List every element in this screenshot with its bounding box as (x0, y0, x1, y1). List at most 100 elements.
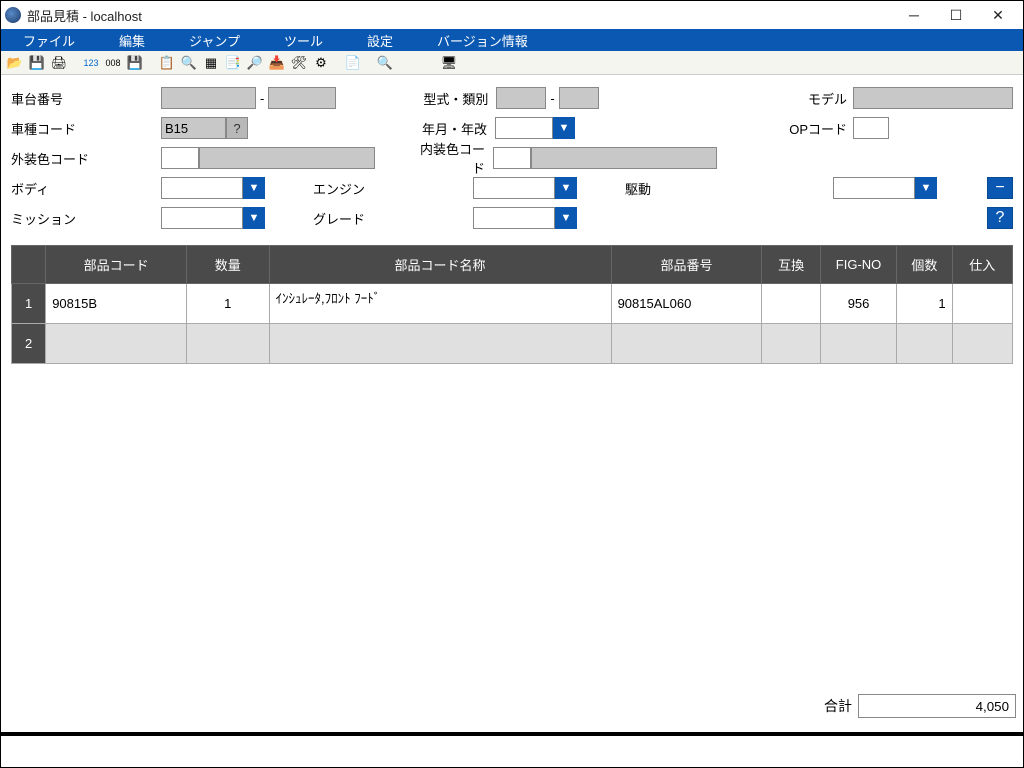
disk-icon[interactable]: 💾 (125, 53, 145, 73)
cell-name[interactable]: ｲﾝｼｭﾚｰﾀ,ﾌﾛﾝﾄ ﾌｰﾄﾞ (269, 284, 611, 324)
label-body: ボディ (11, 179, 161, 198)
intcolor-name-input[interactable] (531, 147, 717, 169)
close-button[interactable]: ✕ (977, 3, 1019, 27)
th-cost: 仕入 (952, 246, 1012, 284)
intcolor-code-input[interactable] (493, 147, 531, 169)
th-compat: 互換 (762, 246, 820, 284)
footer: 合計 (824, 694, 1016, 718)
config-icon[interactable]: ⚙ (311, 53, 331, 73)
model-input[interactable] (853, 87, 1013, 109)
table-row[interactable]: 2 (12, 324, 1013, 364)
label-carcode: 車種コード (11, 119, 161, 138)
menu-settings[interactable]: 設定 (345, 29, 415, 51)
cell-code[interactable] (46, 324, 187, 364)
grade-dropdown-button[interactable]: ▼ (555, 207, 577, 229)
parts-table: 部品コード 数量 部品コード名称 部品番号 互換 FIG-NO 個数 仕入 1 … (11, 245, 1013, 364)
doc-icon[interactable]: 📄 (343, 53, 363, 73)
toolbar: 📂 💾 🖨 123 008 💾 📋 🔍 ▦ 📑 🔎 📥 🛠 ⚙ 📄 🔍 🖥 (1, 51, 1023, 75)
label-total: 合計 (824, 696, 852, 716)
drive-dropdown-button[interactable]: ▼ (915, 177, 937, 199)
carcode-help-button[interactable]: ? (226, 117, 248, 139)
maximize-button[interactable]: ☐ (935, 3, 977, 27)
cell-cost[interactable] (952, 284, 1012, 324)
cell-rownum: 2 (12, 324, 46, 364)
parts-table-wrap: 部品コード 数量 部品コード名称 部品番号 互換 FIG-NO 個数 仕入 1 … (11, 245, 1013, 364)
help-button[interactable]: ? (987, 207, 1013, 229)
label-mission: ミッション (11, 209, 161, 228)
mission-dropdown-button[interactable]: ▼ (243, 207, 265, 229)
opcode-input[interactable] (853, 117, 889, 139)
drive-input[interactable] (833, 177, 915, 199)
tool-123-icon[interactable]: 123 (81, 53, 101, 73)
cell-qty[interactable] (187, 324, 269, 364)
modeltype-input-2[interactable] (559, 87, 599, 109)
engine-input[interactable] (473, 177, 555, 199)
total-input[interactable] (858, 694, 1016, 718)
menu-tool[interactable]: ツール (262, 29, 345, 51)
find-icon[interactable]: 🔍 (375, 53, 395, 73)
cell-qty[interactable]: 1 (187, 284, 269, 324)
carcode-input[interactable] (161, 117, 226, 139)
label-model: モデル (799, 89, 853, 108)
tool-008-icon[interactable]: 008 (103, 53, 123, 73)
body-dropdown-button[interactable]: ▼ (243, 177, 265, 199)
minimize-button[interactable]: ─ (893, 3, 935, 27)
menu-jump[interactable]: ジャンプ (167, 29, 262, 51)
label-extcolor: 外装色コード (11, 149, 161, 168)
cell-partno[interactable] (611, 324, 762, 364)
menu-file[interactable]: ファイル (1, 29, 97, 51)
chassis-input-2[interactable] (268, 87, 336, 109)
tools-icon[interactable]: 🛠 (289, 53, 309, 73)
copy-icon[interactable]: 📑 (223, 53, 243, 73)
grade-input[interactable] (473, 207, 555, 229)
engine-dropdown-button[interactable]: ▼ (555, 177, 577, 199)
body-input[interactable] (161, 177, 243, 199)
table-row[interactable]: 1 90815B 1 ｲﾝｼｭﾚｰﾀ,ﾌﾛﾝﾄ ﾌｰﾄﾞ 90815AL060 … (12, 284, 1013, 324)
print-icon[interactable]: 🖨 (49, 53, 69, 73)
menu-version[interactable]: バージョン情報 (415, 29, 550, 51)
cell-compat[interactable] (762, 284, 820, 324)
th-name: 部品コード名称 (269, 246, 611, 284)
year-input[interactable] (495, 117, 553, 139)
menu-edit[interactable]: 編集 (97, 29, 167, 51)
search-icon[interactable]: 🔍 (179, 53, 199, 73)
label-grade: グレード (313, 209, 393, 228)
chassis-input-1[interactable] (161, 87, 256, 109)
form-area: 車台番号 - 型式・類別 - モデル 車種コード ? 年月・年改 ▼ OPコード (1, 75, 1023, 237)
cell-compat[interactable] (762, 324, 820, 364)
cell-code[interactable]: 90815B (46, 284, 187, 324)
label-model-type: 型式・類別 (416, 89, 496, 108)
cell-rownum: 1 (12, 284, 46, 324)
th-figno: FIG-NO (820, 246, 896, 284)
save-icon[interactable]: 💾 (27, 53, 47, 73)
zoom-icon[interactable]: 🔎 (245, 53, 265, 73)
cell-figno[interactable]: 956 (820, 284, 896, 324)
cell-partno[interactable]: 90815AL060 (611, 284, 762, 324)
cell-count[interactable] (897, 324, 952, 364)
cell-figno[interactable] (820, 324, 896, 364)
cell-count[interactable]: 1 (897, 284, 952, 324)
year-dropdown-button[interactable]: ▼ (553, 117, 575, 139)
grid-icon[interactable]: ▦ (201, 53, 221, 73)
app-icon (5, 7, 21, 23)
cell-cost[interactable] (952, 324, 1012, 364)
modeltype-input-1[interactable] (496, 87, 546, 109)
list-icon[interactable]: 📋 (157, 53, 177, 73)
th-qty: 数量 (187, 246, 269, 284)
monitor-icon[interactable]: 🖥 (439, 53, 459, 73)
menubar: ファイル 編集 ジャンプ ツール 設定 バージョン情報 (1, 29, 1023, 51)
bottom-divider (0, 732, 1024, 736)
window-title: 部品見積 - localhost (27, 6, 893, 25)
th-count: 個数 (897, 246, 952, 284)
mission-input[interactable] (161, 207, 243, 229)
label-drive: 駆動 (625, 179, 683, 198)
label-engine: エンジン (313, 179, 393, 198)
extcolor-name-input[interactable] (199, 147, 375, 169)
label-chassis: 車台番号 (11, 89, 161, 108)
import-icon[interactable]: 📥 (267, 53, 287, 73)
minus-button[interactable]: − (987, 177, 1013, 199)
cell-name[interactable] (269, 324, 611, 364)
th-code: 部品コード (46, 246, 187, 284)
extcolor-code-input[interactable] (161, 147, 199, 169)
open-icon[interactable]: 📂 (5, 53, 25, 73)
